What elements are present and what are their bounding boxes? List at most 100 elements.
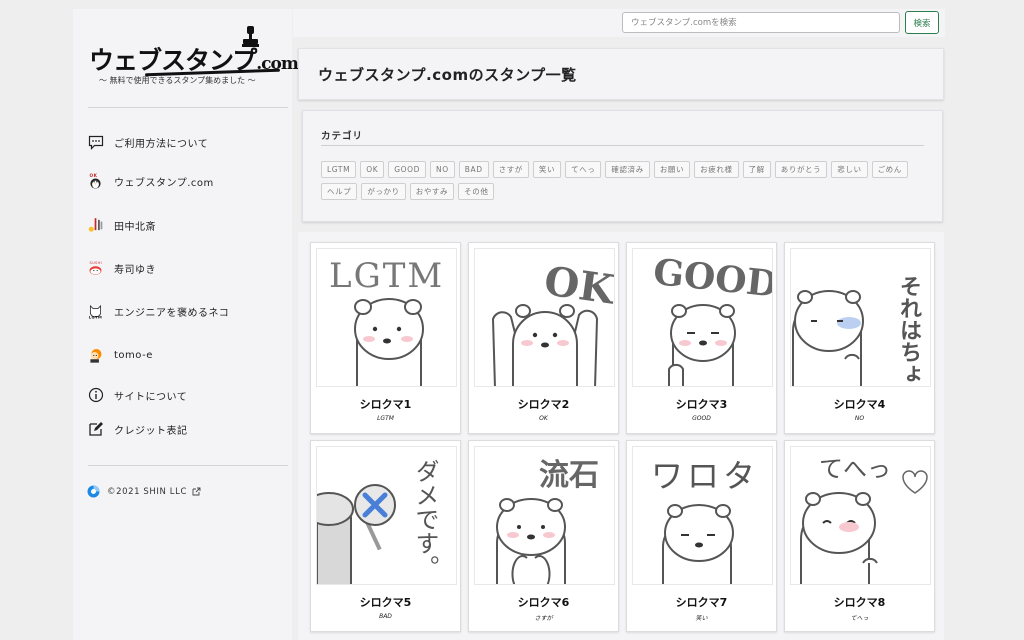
stamp-image: OK — [474, 248, 615, 387]
stamp-image: LGTM — [316, 248, 457, 387]
category-tag[interactable]: がっかり — [361, 183, 406, 200]
stamp-card[interactable]: 流石 シロクマ6 さすが — [468, 440, 619, 632]
stamp-tag: OK — [539, 415, 548, 422]
logo-subtitle: 〜 無料で使用できるスタンプ集めました 〜 — [99, 76, 256, 85]
category-tag[interactable]: てへっ — [565, 161, 602, 178]
category-tag[interactable]: お願い — [653, 161, 691, 178]
sidebar-divider — [88, 465, 288, 466]
category-tags: LGTM OK GOOD NO BAD さすが 笑い てへっ 確認済み お願い … — [321, 161, 931, 200]
copyright: ©2021 SHIN LLC — [87, 485, 201, 498]
stamp-caption: てへっ — [819, 455, 891, 483]
category-tag[interactable]: GOOD — [388, 161, 427, 178]
search-bar: 検索 — [293, 9, 945, 37]
sidebar-item-webstamp[interactable]: OK ウェブスタンプ.com — [87, 168, 214, 194]
edit-icon — [87, 421, 104, 438]
sushi-icon: SUSHI — [87, 260, 104, 277]
svg-text:SUSHI: SUSHI — [90, 261, 102, 265]
copyright-text: ©2021 SHIN LLC — [107, 486, 187, 497]
stamp-caption: 流石 — [539, 458, 599, 493]
category-tag[interactable]: OK — [360, 161, 385, 178]
category-divider — [321, 145, 924, 146]
stamp-image: てへっ — [790, 446, 931, 585]
tanaka-hokusai-icon — [87, 217, 104, 234]
category-heading: カテゴリ — [321, 131, 364, 142]
sidebar-item-tanaka[interactable]: 田中北斎 — [87, 212, 156, 238]
stamp-card[interactable]: ダメです。 シロクマ5 BAD — [310, 440, 461, 632]
category-tag[interactable]: NO — [430, 161, 455, 178]
sidebar-item-usage[interactable]: ご利用方法について — [87, 129, 208, 155]
info-icon — [87, 387, 104, 404]
stamp-image: ダメです。 — [316, 446, 457, 585]
search-button[interactable]: 検索 — [905, 11, 939, 34]
stamp-card[interactable]: GOOD シロクマ3 GOOD — [626, 242, 777, 434]
stamp-image: 流石 — [474, 446, 615, 585]
stamp-card[interactable]: OK シロクマ2 OK — [468, 242, 619, 434]
stamp-caption: それはちょっと… — [896, 275, 922, 387]
category-tag[interactable]: さすが — [492, 161, 529, 178]
sidebar-item-label: ご利用方法について — [114, 138, 209, 150]
category-tag[interactable]: ごめん — [871, 161, 908, 178]
category-tag[interactable]: 笑い — [532, 161, 562, 178]
site-logo[interactable]: ウェブスタンプ.com 〜 無料で使用できるスタンプ集めました 〜 — [87, 25, 299, 89]
sidebar-item-label: 寿司ゆき — [114, 264, 156, 276]
stamp-caption: OK — [541, 257, 615, 313]
sidebar-item-sushi[interactable]: SUSHI 寿司ゆき — [87, 255, 156, 281]
stamp-tag: GOOD — [692, 415, 711, 422]
stamp-icon — [242, 26, 259, 47]
stamp-image: ワロタ — [632, 446, 773, 585]
stamp-caption: ワロタ — [651, 457, 759, 495]
chat-icon — [87, 134, 104, 151]
category-tag[interactable]: LGTM — [321, 161, 357, 178]
category-tag[interactable]: BAD — [458, 161, 489, 178]
stamp-name: シロクマ8 — [833, 596, 886, 609]
sidebar-divider — [88, 107, 288, 108]
stamp-card[interactable]: LGTM シロクマ1 LGTM — [310, 242, 461, 434]
category-panel: カテゴリ LGTM OK GOOD NO BAD さすが 笑い てへっ 確認済み… — [302, 110, 943, 222]
category-tag[interactable]: その他 — [458, 183, 495, 200]
stamp-name: シロクマ4 — [833, 398, 886, 411]
sidebar-item-label: エンジニアを褒めるネコ — [114, 307, 230, 319]
category-tag[interactable]: 確認済み — [605, 161, 650, 178]
sidebar-item-cat[interactable]: LGTM エンジニアを褒めるネコ — [87, 298, 229, 324]
stamp-name: シロクマ6 — [517, 596, 570, 609]
sidebar-item-credit[interactable]: クレジット表記 — [87, 416, 188, 442]
stamp-tag: さすが — [534, 615, 553, 622]
stamp-card[interactable]: ワロタ シロクマ7 笑い — [626, 440, 777, 632]
stamp-caption: LGTM — [329, 256, 444, 296]
cat-icon: LGTM — [87, 303, 104, 320]
sidebar: ウェブスタンプ.com 〜 無料で使用できるスタンプ集めました 〜 ご利用方法に… — [73, 9, 299, 640]
stamp-name: シロクマ2 — [517, 398, 570, 411]
stamp-caption: ダメです。 — [411, 459, 439, 579]
stamp-card[interactable]: それはちょっと… シロクマ4 NO — [784, 242, 935, 434]
category-tag[interactable]: おやすみ — [409, 183, 455, 200]
penguin-icon: OK — [87, 173, 104, 190]
category-tag[interactable]: 了解 — [742, 161, 771, 178]
stamp-tag: てへっ — [850, 615, 869, 622]
category-tag[interactable]: お疲れ様 — [694, 161, 739, 178]
svg-text:LGTM: LGTM — [89, 315, 103, 320]
sidebar-item-label: クレジット表記 — [114, 425, 188, 437]
search-input[interactable] — [622, 12, 900, 33]
stamp-tag: NO — [854, 415, 865, 422]
category-tag[interactable]: ヘルプ — [321, 183, 358, 200]
stamp-name: シロクマ3 — [675, 398, 728, 411]
stamp-name: シロクマ5 — [359, 596, 412, 609]
sidebar-item-label: ウェブスタンプ.com — [114, 177, 214, 189]
page-title: ウェブスタンプ.comのスタンプ一覧 — [318, 66, 577, 84]
company-logo-icon — [87, 485, 100, 498]
stamp-tag: BAD — [379, 613, 392, 620]
sidebar-item-tomo-e[interactable]: tomo-e — [87, 342, 153, 368]
stamp-card[interactable]: てへっ シロクマ8 てへっ — [784, 440, 935, 632]
sidebar-item-label: tomo-e — [114, 349, 153, 361]
stamp-tag: 笑い — [695, 615, 708, 622]
svg-text:OK: OK — [90, 173, 98, 179]
stamp-image: GOOD — [632, 248, 773, 387]
tomo-e-icon — [87, 347, 104, 364]
external-link-icon[interactable] — [192, 487, 201, 496]
stamp-name: シロクマ7 — [675, 596, 728, 609]
stamp-caption: GOOD — [651, 251, 773, 306]
category-tag[interactable]: 悲しい — [831, 161, 868, 178]
sidebar-item-about[interactable]: サイトについて — [87, 382, 187, 408]
sidebar-item-label: 田中北斎 — [114, 221, 156, 233]
category-tag[interactable]: ありがとう — [774, 161, 828, 178]
